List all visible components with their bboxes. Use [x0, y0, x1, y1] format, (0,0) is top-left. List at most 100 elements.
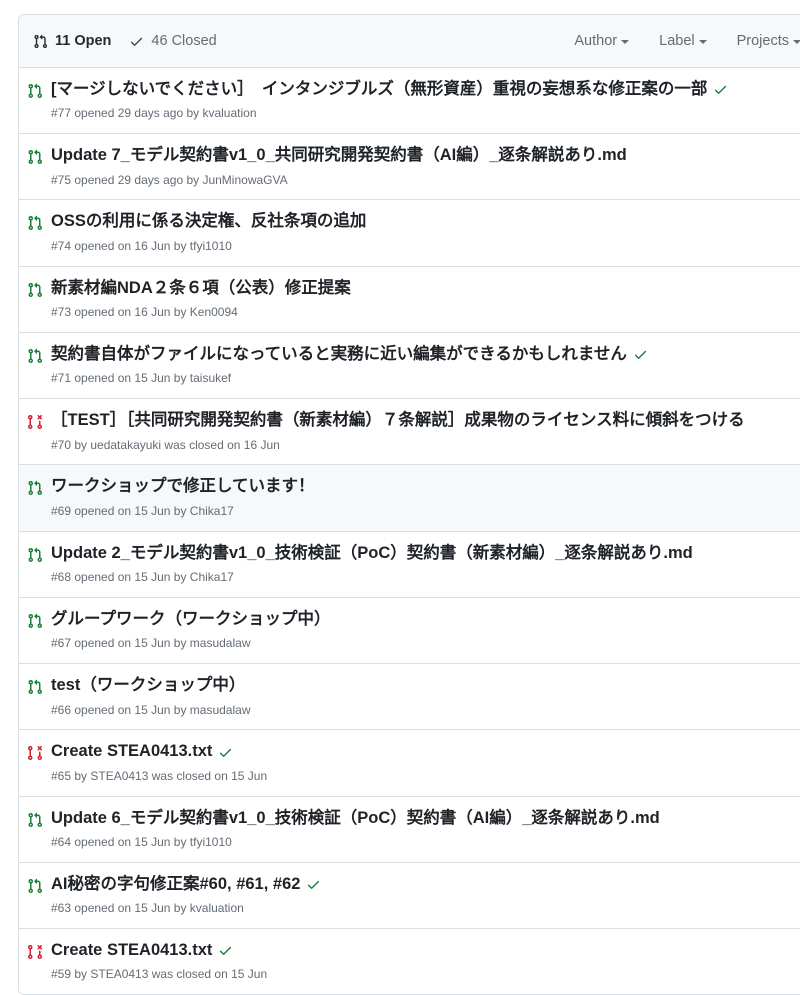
check-icon [306, 877, 321, 892]
pull-request-row[interactable]: AI秘密の字句修正案#60, #61, #62 #63 opened on 15 … [19, 862, 800, 930]
pull-request-body: Update 7_モデル契約書v1_0_共同研究開発契約書（AI編）_逐条解説あ… [51, 145, 800, 188]
pull-request-open-icon [27, 215, 43, 231]
pull-request-title-line: 新素材編NDA２条６項（公表）修正提案 [51, 278, 800, 299]
pull-request-body: [マージしないでください］ インタンジブルズ（無形資産）重視の妄想系な修正案の一… [51, 79, 800, 122]
pull-request-title-line: 契約書自体がファイルになっていると実務に近い編集ができるかもしれません [51, 344, 800, 365]
pull-request-body: Create STEA0413.txt #65 by STEA0413 was c… [51, 741, 800, 784]
filter-dropdown-label: Projects [736, 33, 789, 49]
pull-request-open-icon [27, 348, 43, 364]
pull-request-title-line: Update 7_モデル契約書v1_0_共同研究開発契約書（AI編）_逐条解説あ… [51, 145, 800, 166]
pull-request-row[interactable]: 新素材編NDA２条６項（公表）修正提案 #73 opened on 16 Jun … [19, 266, 800, 333]
pull-request-title-line: Update 6_モデル契約書v1_0_技術検証（PoC）契約書（AI編）_逐条… [51, 808, 800, 829]
pull-request-body: Create STEA0413.txt #59 by STEA0413 was c… [51, 940, 800, 983]
pull-request-row[interactable]: Create STEA0413.txt #59 by STEA0413 was c… [19, 929, 800, 995]
pull-request-title[interactable]: [マージしないでください］ インタンジブルズ（無形資産）重視の妄想系な修正案の一… [51, 79, 707, 100]
state-filter-open[interactable]: 11 Open [33, 33, 111, 49]
chevron-down-icon [793, 40, 800, 44]
pull-request-closed-icon [27, 414, 43, 430]
pull-request-row[interactable]: グループワーク（ワークショップ中） #67 opened on 15 Jun by… [19, 597, 800, 665]
pull-request-meta: #77 opened 29 days ago by kvaluation [51, 106, 257, 121]
pull-request-title[interactable]: AI秘密の字句修正案#60, #61, #62 [51, 874, 300, 895]
pull-request-body: Update 2_モデル契約書v1_0_技術検証（PoC）契約書（新素材編）_逐… [51, 543, 800, 586]
pull-request-title[interactable]: Create STEA0413.txt [51, 741, 212, 762]
pull-request-row[interactable]: 契約書自体がファイルになっていると実務に近い編集ができるかもしれません #71 o… [19, 332, 800, 400]
pull-request-meta: #66 opened on 15 Jun by masudalaw [51, 702, 251, 717]
pull-request-meta: #71 opened on 15 Jun by taisukef [51, 371, 232, 386]
pull-request-title[interactable]: Update 2_モデル契約書v1_0_技術検証（PoC）契約書（新素材編）_逐… [51, 543, 693, 564]
pull-request-meta: #63 opened on 15 Jun by kvaluation [51, 901, 244, 916]
pull-request-row[interactable]: ワークショップで修正しています！ #69 opened on 15 Jun by … [19, 465, 800, 532]
state-filter-label: 11 Open [55, 33, 112, 49]
pull-request-title-line: ［TEST］［共同研究開発契約書（新素材編）７条解説］成果物のライセンス料に傾斜… [51, 410, 800, 431]
dropdown-filter-group: Author Label Projects [574, 33, 800, 49]
pull-request-meta: #74 opened on 16 Jun by tfyi1010 [51, 238, 232, 253]
pull-request-meta: #65 by STEA0413 was closed on 15 Jun [51, 768, 268, 783]
pull-request-row[interactable]: test（ワークショップ中） #66 opened on 15 Jun by ma… [19, 664, 800, 731]
pull-request-row[interactable]: OSSの利用に係る決定権、反社条項の追加 #74 opened on 16 Jun… [19, 200, 800, 267]
pull-request-closed-icon [27, 944, 43, 960]
pull-request-title-line: Create STEA0413.txt [51, 741, 800, 762]
pull-request-meta: #73 opened on 16 Jun by Ken0094 [51, 305, 238, 320]
pull-request-icon [33, 34, 48, 49]
state-filter-closed[interactable]: 46 Closed [129, 33, 217, 49]
pull-request-body: ［TEST］［共同研究開発契約書（新素材編）７条解説］成果物のライセンス料に傾斜… [51, 410, 800, 453]
pull-request-row[interactable]: [マージしないでください］ インタンジブルズ（無形資産）重視の妄想系な修正案の一… [19, 68, 800, 135]
pull-request-meta: #59 by STEA0413 was closed on 15 Jun [51, 967, 268, 982]
pull-request-rows: [マージしないでください］ インタンジブルズ（無形資産）重視の妄想系な修正案の一… [19, 68, 800, 995]
pull-request-open-icon [27, 480, 43, 496]
pull-request-title[interactable]: ワークショップで修正しています！ [51, 476, 315, 497]
filter-dropdown-label: Label [659, 33, 695, 49]
pull-request-body: Update 6_モデル契約書v1_0_技術検証（PoC）契約書（AI編）_逐条… [51, 808, 800, 851]
pull-request-row[interactable]: Update 2_モデル契約書v1_0_技術検証（PoC）契約書（新素材編）_逐… [19, 531, 800, 598]
pull-request-meta: #64 opened on 15 Jun by tfyi1010 [51, 835, 232, 850]
pull-request-title[interactable]: ［TEST］［共同研究開発契約書（新素材編）７条解説］成果物のライセンス料に傾斜… [51, 410, 745, 431]
state-filter-label: 46 Closed [151, 33, 217, 49]
filter-dropdown-label[interactable]: Label [659, 33, 707, 49]
pull-request-body: ワークショップで修正しています！ #69 opened on 15 Jun by … [51, 476, 800, 519]
pull-request-title-line: OSSの利用に係る決定権、反社条項の追加 [51, 211, 800, 232]
pull-request-meta: #69 opened on 15 Jun by Chika17 [51, 503, 234, 518]
pull-request-meta: #68 opened on 15 Jun by Chika17 [51, 570, 234, 585]
pull-request-title-line: ワークショップで修正しています！ [51, 476, 800, 497]
pull-request-body: OSSの利用に係る決定権、反社条項の追加 #74 opened on 16 Jun… [51, 211, 800, 254]
pull-request-title[interactable]: Create STEA0413.txt [51, 940, 212, 961]
pull-request-title-line: グループワーク（ワークショップ中） [51, 609, 800, 630]
filter-dropdown-author[interactable]: Author [574, 33, 630, 49]
pull-request-meta: #75 opened 29 days ago by JunMinowaGVA [51, 172, 288, 187]
filter-dropdown-label: Author [574, 33, 618, 49]
pull-request-row[interactable]: ［TEST］［共同研究開発契約書（新素材編）７条解説］成果物のライセンス料に傾斜… [19, 399, 800, 466]
chevron-down-icon [698, 40, 707, 44]
pull-request-title-line: AI秘密の字句修正案#60, #61, #62 [51, 874, 800, 895]
pull-request-title[interactable]: 新素材編NDA２条６項（公表）修正提案 [51, 278, 351, 299]
pull-request-title-line: test（ワークショップ中） [51, 675, 800, 696]
pull-request-meta: #67 opened on 15 Jun by masudalaw [51, 636, 251, 651]
state-filter-group: 11 Open 46 Closed [33, 33, 217, 49]
list-filter-header: 11 Open 46 Closed Author Label Projects [19, 15, 800, 68]
filter-dropdown-projects[interactable]: Projects [737, 33, 800, 49]
pull-request-open-icon [27, 679, 43, 695]
pull-request-meta: #70 by uedatakayuki was closed on 16 Jun [51, 437, 280, 452]
pull-request-row[interactable]: Create STEA0413.txt #65 by STEA0413 was c… [19, 730, 800, 797]
chevron-down-icon [621, 40, 630, 44]
pull-request-title[interactable]: Update 7_モデル契約書v1_0_共同研究開発契約書（AI編）_逐条解説あ… [51, 145, 627, 166]
check-icon [713, 82, 728, 97]
pull-request-title[interactable]: グループワーク（ワークショップ中） [51, 609, 331, 630]
check-icon [218, 745, 233, 760]
pull-request-open-icon [27, 83, 43, 99]
pull-request-row[interactable]: Update 7_モデル契約書v1_0_共同研究開発契約書（AI編）_逐条解説あ… [19, 134, 800, 201]
pull-request-open-icon [27, 547, 43, 563]
pull-request-title[interactable]: test（ワークショップ中） [51, 675, 245, 696]
pull-request-title[interactable]: Update 6_モデル契約書v1_0_技術検証（PoC）契約書（AI編）_逐条… [51, 808, 660, 829]
pull-request-open-icon [27, 812, 43, 828]
pull-request-body: test（ワークショップ中） #66 opened on 15 Jun by ma… [51, 675, 800, 718]
pull-request-title-line: Create STEA0413.txt [51, 940, 800, 961]
check-icon [633, 347, 648, 362]
pull-request-title[interactable]: OSSの利用に係る決定権、反社条項の追加 [51, 211, 366, 232]
pull-request-row[interactable]: Update 6_モデル契約書v1_0_技術検証（PoC）契約書（AI編）_逐条… [19, 796, 800, 863]
pull-request-body: グループワーク（ワークショップ中） #67 opened on 15 Jun by… [51, 609, 800, 652]
pull-request-body: AI秘密の字句修正案#60, #61, #62 #63 opened on 15 … [51, 874, 800, 917]
check-icon [129, 34, 144, 49]
pull-request-title-line: Update 2_モデル契約書v1_0_技術検証（PoC）契約書（新素材編）_逐… [51, 543, 800, 564]
pull-request-title[interactable]: 契約書自体がファイルになっていると実務に近い編集ができるかもしれません [51, 344, 627, 365]
pull-request-body: 契約書自体がファイルになっていると実務に近い編集ができるかもしれません #71 o… [51, 344, 800, 387]
